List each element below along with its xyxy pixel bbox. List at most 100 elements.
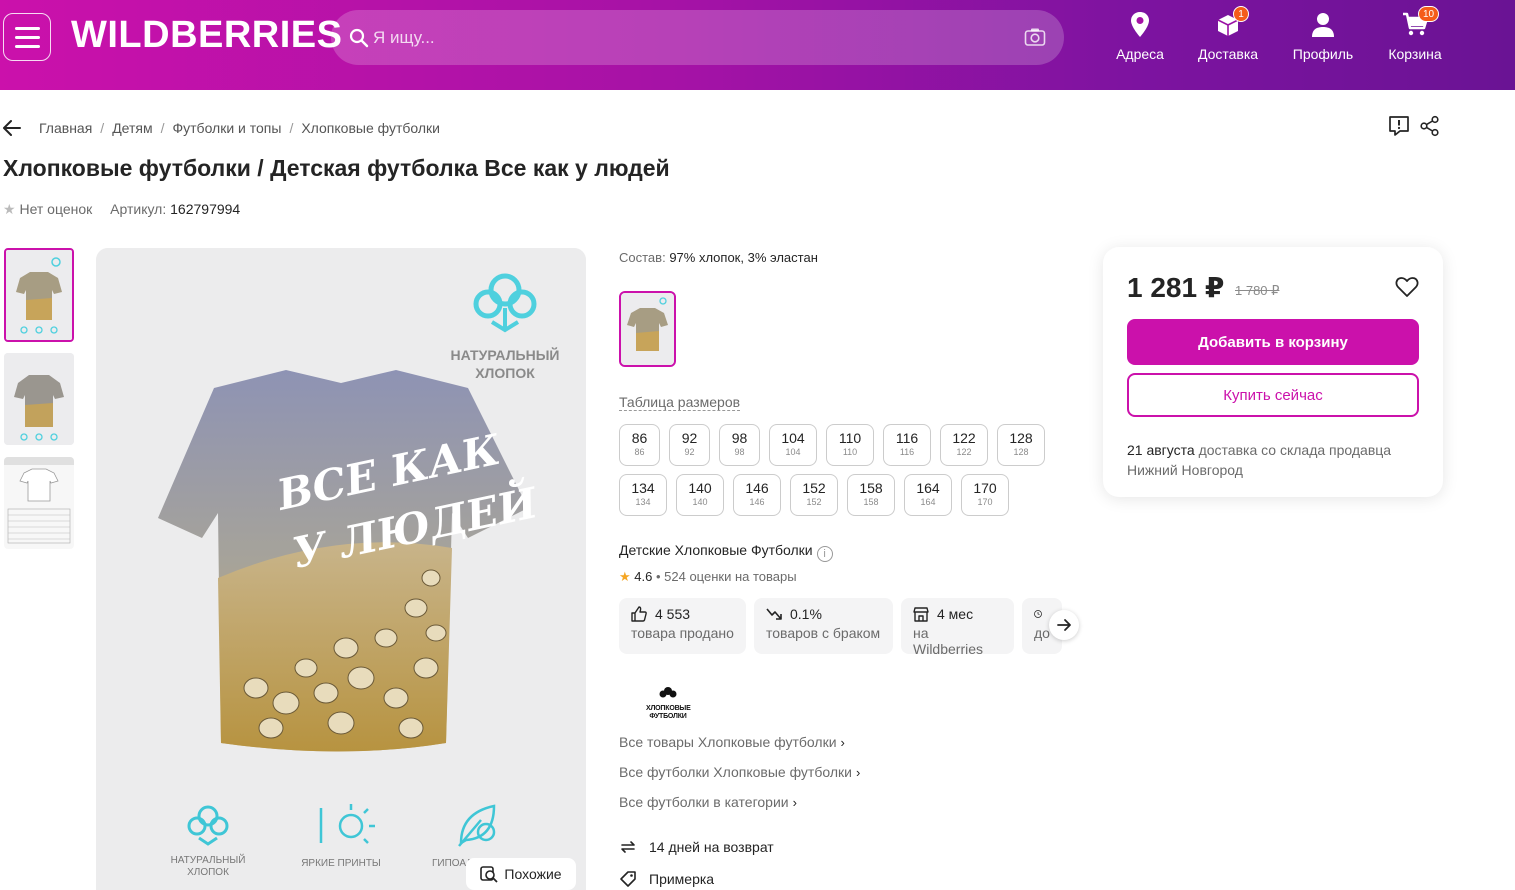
arrow-right-icon (1057, 619, 1071, 631)
nav-cart[interactable]: 10 Корзина (1375, 6, 1455, 62)
nav-label: Доставка (1197, 46, 1259, 62)
search-icon[interactable] (349, 28, 369, 48)
star-icon: ★ (3, 201, 16, 217)
back-arrow-icon[interactable] (2, 118, 22, 138)
info-icon[interactable]: i (816, 546, 833, 562)
feature-fitting: Примерка (619, 870, 714, 888)
composition-label: Состав: (619, 250, 666, 265)
color-variant[interactable] (619, 291, 676, 367)
size-label: 92 (681, 430, 698, 446)
breadcrumb-item[interactable]: Главная (39, 120, 92, 136)
seller-rating-value: 4.6 (634, 569, 653, 584)
size-option[interactable]: 92 92 (669, 424, 710, 466)
seller-name[interactable]: Детские Хлопковые Футболки i (619, 542, 833, 562)
composition-value: 97% хлопок, 3% эластан (669, 250, 818, 265)
cart-badge: 10 (1418, 6, 1440, 22)
size-table-link[interactable]: Таблица размеров (619, 394, 741, 411)
stat-on-wb: 4 мес на Wildberries (901, 598, 1014, 657)
size-option[interactable]: 128 128 (997, 424, 1045, 466)
breadcrumb-item[interactable]: Хлопковые футболки (301, 120, 440, 136)
size-label: 152 (802, 480, 826, 496)
similar-search-icon (480, 866, 499, 883)
menu-button[interactable] (3, 13, 51, 61)
link-text: Все товары Хлопковые футболки (619, 734, 837, 750)
search-bar (331, 10, 1064, 65)
nav-icon-wrap: 10 (1400, 6, 1440, 40)
delivery-city[interactable]: Нижний Новгород (1127, 462, 1243, 478)
thumbnail[interactable] (4, 457, 74, 549)
size-option[interactable]: 140 140 (676, 474, 724, 516)
stats-next-button[interactable] (1049, 610, 1079, 640)
size-option[interactable]: 116 116 (883, 424, 931, 466)
stat-sold: 4 553 товара продано (619, 598, 746, 654)
old-price: 1 780 ₽ (1235, 283, 1280, 298)
logo[interactable]: WILDBERRIES (71, 14, 343, 57)
size-sublabel: 152 (806, 497, 822, 507)
feature-text: 14 дней на возврат (649, 839, 774, 855)
size-option[interactable]: 164 164 (904, 474, 952, 516)
buy-now-button[interactable]: Купить сейчас (1127, 373, 1419, 417)
feature-label: ХЛОПОК (187, 867, 229, 878)
stat-label: до (1034, 625, 1050, 641)
size-option[interactable]: 152 152 (790, 474, 838, 516)
size-sublabel: 164 (920, 497, 936, 507)
article-number: 162797994 (170, 201, 241, 217)
add-to-cart-button[interactable]: Добавить в корзину (1127, 319, 1419, 365)
size-sublabel: 158 (863, 497, 879, 507)
chevron-right-icon: › (855, 765, 861, 780)
size-option[interactable]: 122 122 (940, 424, 988, 466)
size-option[interactable]: 98 98 (719, 424, 760, 466)
link-brand-tshirts[interactable]: Все футболки Хлопковые футболки › (619, 764, 860, 780)
size-sublabel: 104 (785, 447, 801, 457)
seller-name-text: Детские Хлопковые Футболки (619, 542, 813, 558)
thumbnail[interactable] (4, 248, 74, 342)
header: WILDBERRIES Адреса 1 Доставка Профиль 10… (0, 0, 1515, 90)
camera-icon[interactable] (1024, 27, 1046, 47)
brand-cotton-icon (659, 687, 677, 698)
size-sublabel: 92 (684, 447, 695, 457)
size-label: 110 (838, 430, 862, 446)
size-option[interactable]: 170 170 (961, 474, 1009, 516)
chevron-right-icon: › (840, 735, 845, 750)
size-option[interactable]: 158 158 (847, 474, 895, 516)
report-icon[interactable] (1388, 115, 1410, 137)
similar-label: Похожие (504, 866, 562, 882)
brand-logo[interactable]: ХЛОПКОВЫЕ ФУТБОЛКИ (646, 686, 691, 722)
similar-button[interactable]: Похожие (466, 858, 576, 890)
breadcrumb-item[interactable]: Детям (112, 120, 152, 136)
rating-text[interactable]: Нет оценок (19, 201, 92, 217)
feature-label: НАТУРАЛЬНЫЙ (171, 853, 246, 866)
star-icon: ★ (619, 569, 631, 584)
size-label: 122 (952, 430, 976, 446)
brand-logo-text: ХЛОПКОВЫЕ (646, 705, 691, 712)
chevron-right-icon: › (792, 795, 797, 810)
nav-addresses[interactable]: Адреса (1100, 10, 1180, 62)
size-sublabel: 140 (692, 497, 708, 507)
link-all-brand-products[interactable]: Все товары Хлопковые футболки › (619, 734, 845, 750)
product-title: Хлопковые футболки / Детская футболка Вс… (3, 155, 670, 181)
nav-delivery[interactable]: 1 Доставка (1188, 6, 1268, 62)
size-option[interactable]: 104 104 (769, 424, 817, 466)
favorite-heart-icon[interactable] (1395, 275, 1419, 299)
link-category-tshirts[interactable]: Все футболки в категории › (619, 794, 797, 810)
delivery-badge: 1 (1233, 6, 1249, 22)
price-card: 1 281 ₽ 1 780 ₽ Добавить в корзину Купит… (1103, 247, 1443, 497)
nav-profile[interactable]: Профиль (1283, 10, 1363, 62)
size-option[interactable]: 134 134 (619, 474, 667, 516)
search-input[interactable] (373, 24, 1013, 52)
product-main-image[interactable]: НАТУРАЛЬНЫЙ ХЛОПОК ВСЕ КАК У ЛЮДЕЙ НАТУР… (96, 248, 586, 890)
nav-label: Профиль (1292, 46, 1354, 62)
size-label: 134 (631, 480, 655, 496)
size-sublabel: 146 (749, 497, 765, 507)
size-option[interactable]: 110 110 (826, 424, 874, 466)
size-option[interactable]: 86 86 (619, 424, 660, 466)
thumbnail[interactable] (4, 353, 74, 445)
article[interactable]: Артикул: 162797994 (110, 201, 240, 217)
stat-value: 4 553 (655, 606, 691, 622)
breadcrumb-item[interactable]: Футболки и топы (173, 120, 282, 136)
share-icon[interactable] (1419, 115, 1441, 137)
size-option[interactable]: 146 146 (733, 474, 781, 516)
composition: Состав: 97% хлопок, 3% эластан (619, 250, 818, 265)
link-text: Все футболки Хлопковые футболки (619, 764, 852, 780)
size-label: 98 (731, 430, 748, 446)
